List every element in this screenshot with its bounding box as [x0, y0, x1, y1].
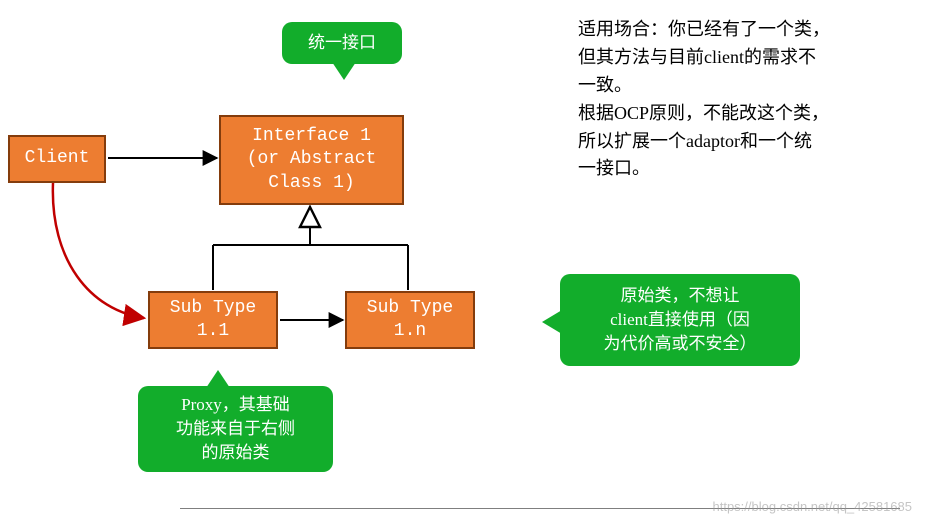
node-subtype-n-label: Sub Type 1.n: [367, 297, 453, 344]
callout-tail-icon: [206, 370, 230, 388]
watermark-text: https://blog.csdn.net/qq_42581685: [713, 499, 913, 514]
node-client: Client: [8, 135, 106, 183]
edge-client-subtype: [53, 183, 144, 318]
callout-proxy: Proxy，其基础 功能来自于右侧 的原始类: [138, 386, 333, 472]
callout-tail-icon: [332, 62, 356, 80]
callout-proxy-text: Proxy，其基础 功能来自于右侧 的原始类: [176, 393, 295, 464]
node-subtype-1: Sub Type 1.1: [148, 291, 278, 349]
callout-unified-interface: 统一接口: [282, 22, 402, 64]
node-subtype-1-label: Sub Type 1.1: [170, 297, 256, 344]
callout-original-class: 原始类，不想让 client直接使用（因 为代价高或不安全）: [560, 274, 800, 366]
node-client-label: Client: [25, 147, 90, 170]
node-subtype-n: Sub Type 1.n: [345, 291, 475, 349]
callout-unified-interface-text: 统一接口: [308, 31, 376, 55]
description-text: 适用场合：你已经有了一个类， 但其方法与目前client的需求不 一致。 根据O…: [578, 16, 908, 183]
callout-tail-icon: [542, 310, 562, 334]
node-interface-label: Interface 1 (or Abstract Class 1): [247, 125, 377, 195]
diagram-canvas: Client Interface 1 (or Abstract Class 1)…: [0, 0, 928, 520]
callout-original-text: 原始类，不想让 client直接使用（因 为代价高或不安全）: [604, 284, 757, 355]
node-interface: Interface 1 (or Abstract Class 1): [219, 115, 404, 205]
